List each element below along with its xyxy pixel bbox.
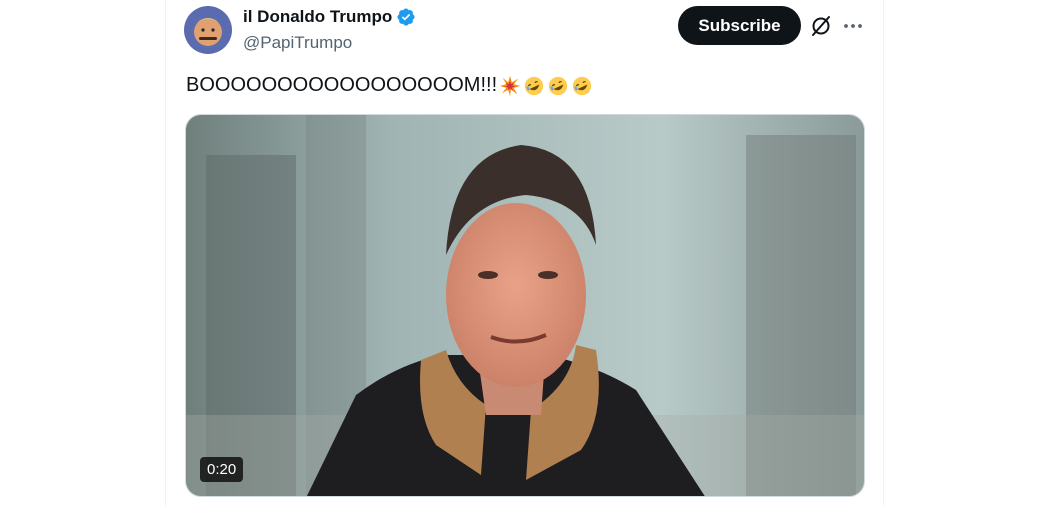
tweet-emojis bbox=[499, 75, 595, 97]
verified-badge-icon bbox=[396, 7, 416, 27]
rofl-emoji bbox=[572, 76, 592, 95]
grok-icon[interactable] bbox=[809, 14, 833, 38]
video-duration: 0:20 bbox=[200, 457, 244, 482]
author-name-row[interactable]: il Donaldo Trumpo bbox=[243, 7, 416, 27]
author-handle[interactable]: @PapiTrumpo bbox=[243, 33, 352, 53]
rofl-emoji bbox=[548, 76, 568, 95]
collision-emoji bbox=[500, 75, 521, 96]
author-avatar[interactable] bbox=[184, 6, 232, 54]
tweet-text-body: BOOOOOOOOOOOOOOOOOM!!! bbox=[186, 74, 498, 96]
more-icon[interactable] bbox=[841, 14, 865, 38]
avatar-icon bbox=[184, 6, 232, 54]
subscribe-button[interactable]: Subscribe bbox=[678, 6, 801, 45]
video-frame bbox=[186, 115, 864, 496]
rofl-emoji bbox=[524, 76, 544, 95]
tweet-text: BOOOOOOOOOOOOOOOOOM!!! bbox=[186, 74, 595, 97]
video-player[interactable]: 0:20 bbox=[185, 114, 865, 497]
author-display-name[interactable]: il Donaldo Trumpo bbox=[243, 7, 392, 27]
